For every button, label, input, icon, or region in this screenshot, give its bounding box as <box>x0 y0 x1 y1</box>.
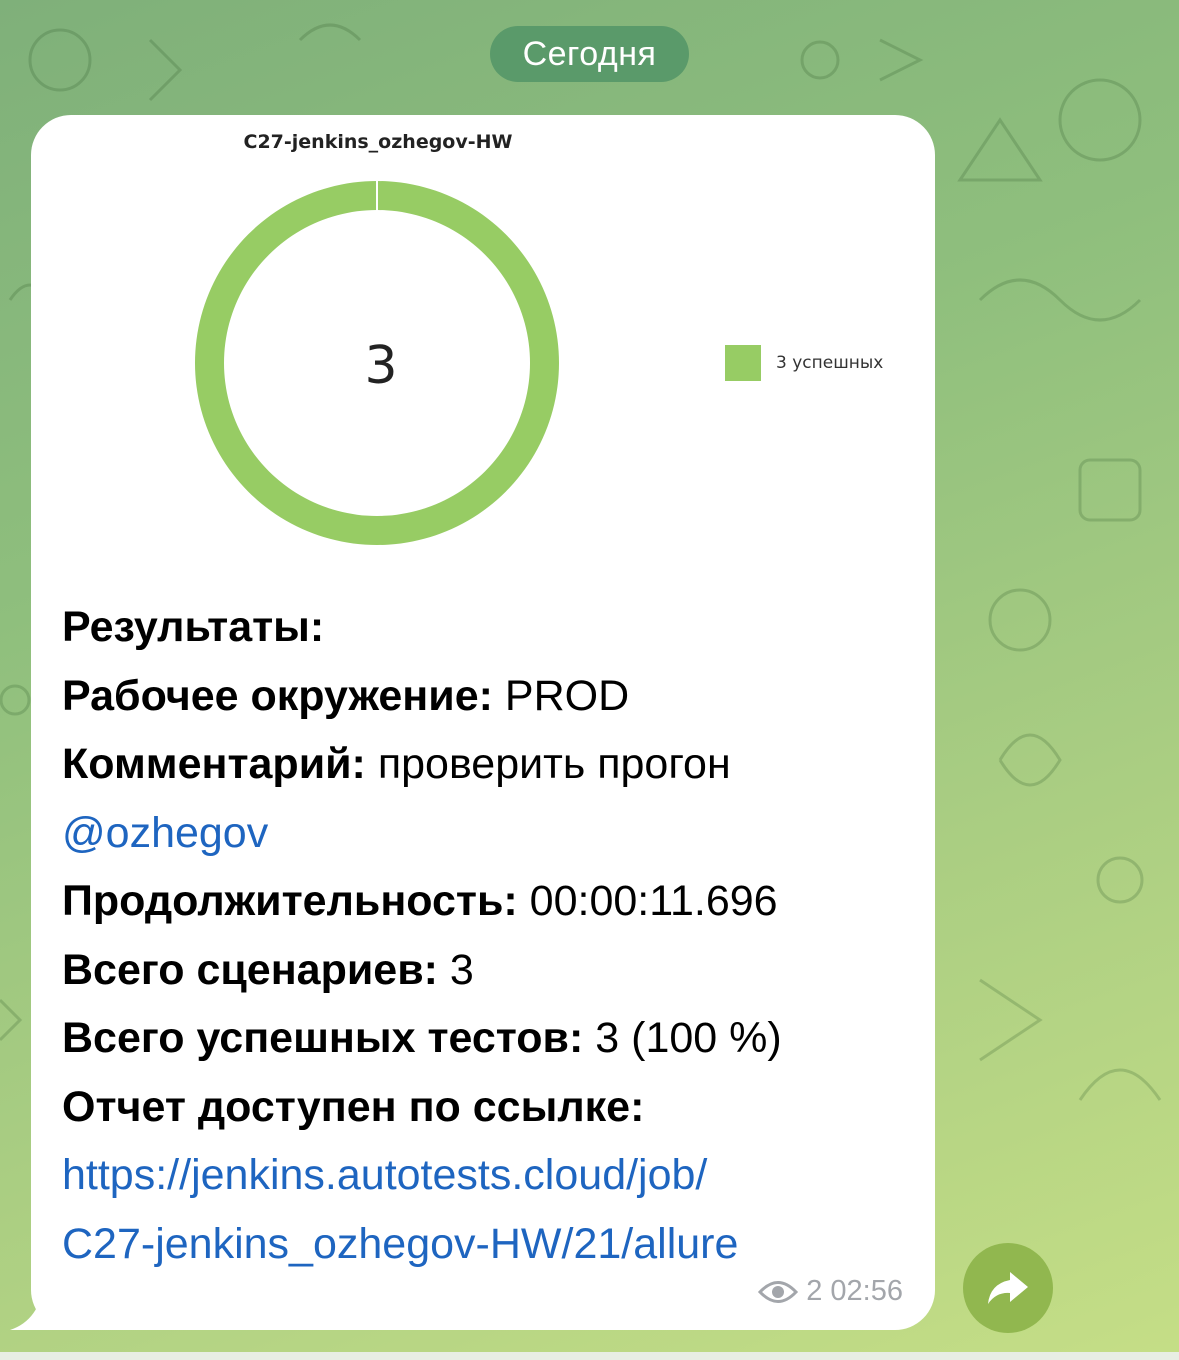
report-link-part1[interactable]: https://jenkins.autotests.cloud/job/ <box>62 1141 922 1210</box>
message-meta: 2 02:56 <box>758 1275 903 1308</box>
mention-link[interactable]: @ozhegov <box>62 799 922 868</box>
legend-label: 3 успешных <box>776 353 884 373</box>
passed-tests-line: Всего успешных тестов: 3 (100 %) <box>62 1014 782 1062</box>
legend-swatch <box>725 345 761 381</box>
view-count: 2 <box>806 1275 823 1307</box>
bottom-divider <box>0 1352 1179 1360</box>
message-time: 02:56 <box>830 1275 903 1307</box>
report-link-part2[interactable]: C27-jenkins_ozhegov-HW/21/allure <box>62 1210 922 1279</box>
donut-center-label: 3 <box>364 336 397 396</box>
scenarios-line: Всего сценариев: 3 <box>62 945 474 994</box>
environment-line: Рабочее окружение: PROD <box>62 671 630 720</box>
eye-icon <box>758 1280 799 1303</box>
duration-line: Продолжительность: 00:00:11.696 <box>62 877 778 925</box>
report-line: Отчет доступен по ссылке: <box>62 1082 645 1131</box>
comment-line: Комментарий: проверить прогон <box>62 740 731 788</box>
message-bubble[interactable]: C27-jenkins_ozhegov-HW 3 3 успешных Резу… <box>31 115 935 1330</box>
share-button[interactable] <box>963 1243 1053 1333</box>
date-separator: Сегодня <box>490 26 689 82</box>
donut-chart: 3 <box>194 180 559 545</box>
share-arrow-icon <box>988 1272 1028 1304</box>
results-line: Результаты: <box>62 603 325 651</box>
message-text: Результаты: Рабочее окружение: PROD Комм… <box>62 593 922 1278</box>
